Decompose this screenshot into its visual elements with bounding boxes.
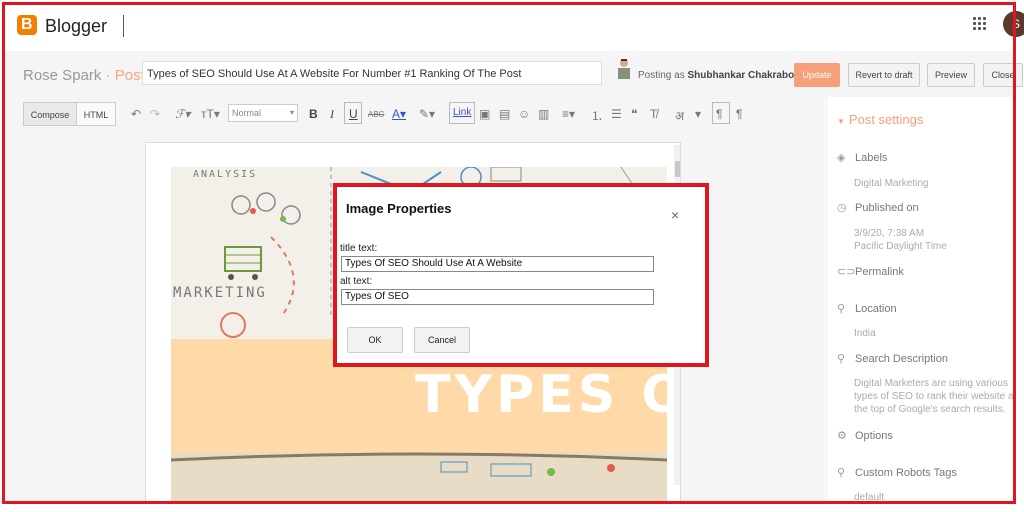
settings-item-label: Location [855,303,897,315]
input-tools-chevron-icon[interactable]: ▾ [695,107,701,121]
author-avatar-icon [618,59,630,79]
clock-icon: ◷ [837,202,847,214]
numbered-list-icon[interactable]: ⒈ [591,107,603,124]
preview-button[interactable]: Preview [927,63,975,87]
image-bottom-strip [171,452,667,501]
editor-toolbar: Compose HTML ↶ ↷ ℱ▾ ᴛT▾ Normal ▾ B I U A… [5,97,825,134]
blogger-logo-icon[interactable]: B [17,15,37,35]
cancel-button[interactable]: Cancel [414,327,470,353]
clear-format-icon[interactable]: T̸ [650,107,657,121]
settings-item-search-description[interactable]: ⚲ Search Description [837,352,948,365]
undo-icon[interactable]: ↶ [131,107,141,121]
underline-icon: U [349,107,358,121]
post-title-input[interactable]: Types of SEO Should Use At A Website For… [142,61,602,85]
robots-tags-value: default [854,492,885,503]
posting-as: Posting as Shubhankar Chakraborty [638,70,807,81]
format-select-value: Normal [232,108,262,118]
post-settings-label: Post settings [848,112,924,127]
published-date: 3/9/20, 7:38 AM [854,228,925,239]
location-value: India [854,328,876,339]
post-settings-panel: ▼ Post settings ◈ Labels Digital Marketing… [826,97,1016,503]
font-size-icon[interactable]: ᴛT▾ [201,107,220,121]
apps-grid-icon[interactable] [973,17,987,31]
image-word-analysis: ANALYSIS [193,169,258,180]
labels-value: Digital Marketing [854,178,929,189]
rtl-icon[interactable]: ¶ [736,107,742,121]
pin-icon: ⚲ [837,303,846,315]
scrollbar-thumb[interactable] [675,161,680,177]
chevron-down-icon: ▾ [289,108,294,117]
text-color-icon[interactable]: A▾ [392,107,406,121]
settings-item-published-on[interactable]: ◷ Published on [837,201,919,214]
posting-as-name: Shubhankar Chakraborty [687,70,807,81]
published-timezone: Pacific Daylight Time [854,241,947,252]
brand-name: Blogger [45,16,108,36]
breadcrumb-separator: · [105,67,111,84]
tag-icon: ◈ [837,152,846,164]
app-header: B Blogger S [5,5,1024,52]
image-word-marketing: MARKETING [173,285,267,301]
close-button[interactable]: Close [983,63,1023,87]
font-family-icon[interactable]: ℱ▾ [175,107,190,121]
settings-item-custom-robots-tags[interactable]: ⚲ Custom Robots Tags [837,466,957,479]
revert-to-draft-button[interactable]: Revert to draft [848,63,920,87]
compose-tab[interactable]: Compose [23,102,77,126]
settings-item-label: Custom Robots Tags [855,467,957,479]
link-icon: ⊂⊃ [837,266,856,278]
highlight-color-icon[interactable]: ✎▾ [419,107,435,121]
link-label: Link [453,107,472,118]
format-select[interactable]: Normal ▾ [228,104,298,122]
settings-item-label: Labels [855,152,888,164]
input-tools-icon[interactable]: अ [675,107,684,124]
title-text-label: title text: [340,243,378,254]
image-icon[interactable]: ▣ [479,107,490,121]
breadcrumb-section: Post [114,67,145,84]
title-text-input[interactable]: Types Of SEO Should Use At A Website [341,256,654,272]
emoji-icon[interactable]: ☺ [518,107,530,121]
html-tab[interactable]: HTML [76,102,116,126]
settings-item-location[interactable]: ⚲ Location [837,302,897,315]
bullet-list-icon[interactable]: ☰ [611,107,622,121]
settings-item-label: Options [855,430,893,442]
settings-item-label: Published on [855,202,919,214]
update-button[interactable]: Update [794,63,840,87]
blog-name[interactable]: Rose Spark [23,67,101,84]
italic-icon[interactable]: I [330,107,334,122]
image-banner-text: TYPES OF SI [415,365,667,425]
post-settings-heading[interactable]: ▼ Post settings [837,112,923,127]
ok-button[interactable]: OK [347,327,403,353]
ltr-icon: ¶ [716,107,723,121]
breadcrumb: Rose Spark · Post [23,67,145,84]
posting-as-prefix: Posting as [638,70,685,81]
search-icon: ⚲ [837,353,846,365]
image-properties-dialog: Image Properties × title text: Types Of … [333,183,709,367]
post-header: Rose Spark · Post Types of SEO Should Us… [5,51,1023,97]
strikethrough-icon[interactable]: ABC [368,110,384,119]
settings-item-label: Permalink [855,266,904,278]
caret-down-icon: ▼ [837,117,845,126]
bold-icon[interactable]: B [309,107,318,121]
header-divider [123,15,124,37]
close-icon[interactable]: × [671,207,679,223]
dialog-title: Image Properties [346,201,452,216]
settings-item-options[interactable]: ⚙ Options [837,429,893,442]
search-icon: ⚲ [837,467,846,479]
jump-break-icon[interactable]: ▥ [538,107,549,121]
notebook-sketch [171,452,667,477]
gear-icon: ⚙ [837,430,847,442]
redo-icon[interactable]: ↷ [150,107,160,121]
video-icon[interactable]: ▤ [499,107,510,121]
alt-text-input[interactable]: Types Of SEO [341,289,654,305]
account-avatar[interactable]: S [1003,11,1024,37]
settings-item-labels[interactable]: ◈ Labels [837,151,887,164]
align-icon[interactable]: ≡▾ [562,107,575,121]
alt-text-label: alt text: [340,276,373,287]
settings-item-label: Search Description [855,353,948,365]
quote-icon[interactable]: ❝ [631,107,637,121]
search-description-value: Digital Marketers are using various type… [854,378,1017,415]
settings-item-permalink[interactable]: ⊂⊃Permalink [837,265,904,278]
